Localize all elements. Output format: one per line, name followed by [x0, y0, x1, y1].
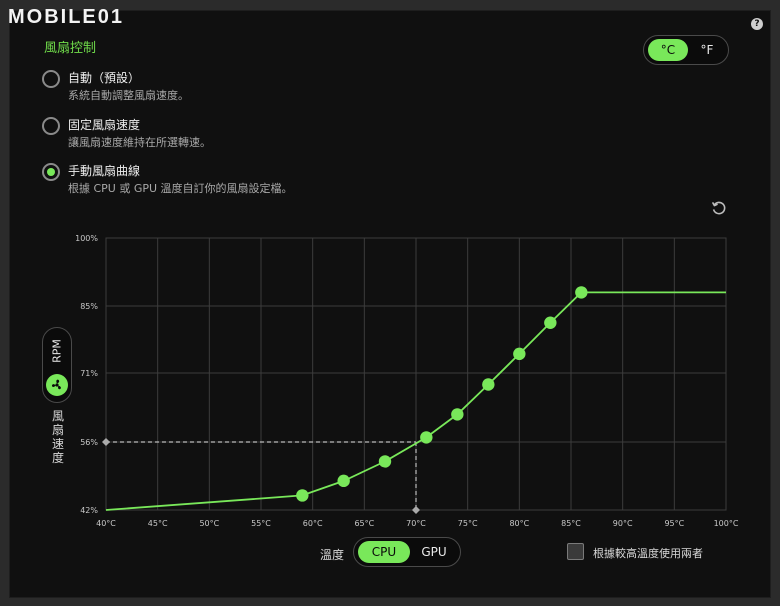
curve-point-handle[interactable] — [482, 378, 495, 391]
curve-point-handle[interactable] — [575, 286, 588, 299]
y-tick-label: 85% — [80, 302, 98, 311]
x-tick-label: 85°C — [561, 519, 581, 528]
temperature-source-toggle[interactable]: CPU GPU — [353, 537, 461, 567]
y-tick-label: 100% — [75, 234, 98, 243]
app-frame: MOBILE01 ? 風扇控制 °C °F 自動（預設） 系統自動調整風扇速度。… — [0, 0, 780, 606]
x-tick-label: 75°C — [458, 519, 478, 528]
x-tick-label: 100°C — [714, 519, 739, 528]
gpu-option[interactable]: GPU — [410, 541, 458, 563]
x-tick-label: 40°C — [96, 519, 116, 528]
use-higher-temp-checkbox[interactable] — [567, 543, 584, 560]
brand-logo: MOBILE01 — [8, 6, 125, 28]
x-tick-label: 45°C — [148, 519, 168, 528]
curve-point-handle[interactable] — [544, 316, 557, 329]
x-tick-label: 95°C — [664, 519, 684, 528]
curve-point-handle[interactable] — [337, 474, 350, 488]
curve-point-handle[interactable] — [451, 408, 464, 421]
x-tick-label: 90°C — [613, 519, 633, 528]
fan-curve-chart[interactable]: 40°C 45°C 50°C 55°C 60°C 65°C 70°C 75°C 80°C 85°C… — [0, 0, 780, 606]
x-tick-label: 50°C — [199, 519, 219, 528]
x-tick-label: 60°C — [303, 519, 323, 528]
readout-marker-y — [102, 438, 110, 446]
curve-point-handle[interactable] — [513, 347, 526, 361]
y-tick-label: 42% — [80, 506, 98, 515]
y-tick-label: 71% — [80, 369, 98, 378]
readout-marker-x — [412, 506, 420, 514]
use-higher-temp-label: 根據較高溫度使用兩者 — [593, 547, 703, 560]
curve-point-handle[interactable] — [378, 455, 392, 468]
cpu-option[interactable]: CPU — [358, 541, 410, 563]
x-tick-label: 70°C — [406, 519, 426, 528]
temperature-label: 溫度 — [320, 548, 345, 562]
curve-point-handle[interactable] — [296, 489, 309, 502]
x-tick-label: 80°C — [509, 519, 529, 528]
x-tick-label: 65°C — [354, 519, 374, 528]
x-tick-label: 55°C — [251, 519, 271, 528]
y-tick-label: 56% — [80, 438, 98, 447]
curve-point-handle[interactable] — [420, 431, 433, 444]
